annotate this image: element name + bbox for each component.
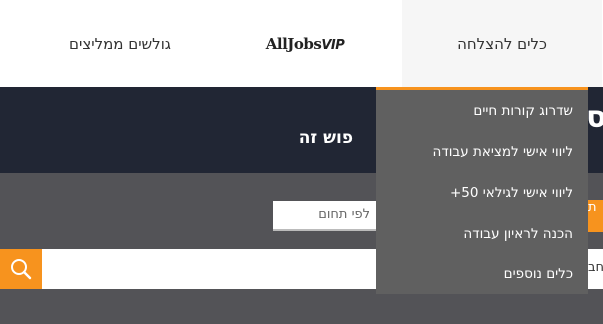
search-button[interactable] (0, 249, 42, 289)
alljobs-vip-logo: AllJobsVIP (266, 35, 345, 53)
top-nav: כלים להצלחה AllJobsVIP גולשים ממליצים (0, 0, 603, 87)
search-icon (11, 259, 32, 280)
logo-text: AllJobs (265, 34, 322, 53)
orange-tab-button[interactable]: ת (588, 200, 603, 232)
field-placeholder: לפי תחום (318, 207, 370, 222)
hero-edge-text: ס (586, 100, 603, 135)
nav-alljobs-vip[interactable]: AllJobsVIP (205, 0, 405, 87)
tools-dropdown-menu: שדרוג קורות חיים ליווי אישי למציאת עבודה… (376, 87, 588, 294)
dropdown-item-50-plus-coaching[interactable]: ליווי אישי לגילאי 50+ (450, 185, 573, 201)
nav-surfers-recommend[interactable]: גולשים ממליצים (20, 0, 220, 87)
nav-tools-for-success[interactable]: כלים להצלחה (402, 0, 602, 87)
dropdown-item-job-search-coaching[interactable]: ליווי אישי למציאת עבודה (433, 144, 573, 160)
dropdown-item-more-tools[interactable]: כלים נוספים (504, 266, 573, 282)
dropdown-item-interview-prep[interactable]: הכנה לראיון עבודה (463, 226, 573, 242)
nav-tools-label: כלים להצלחה (457, 34, 547, 53)
orange-tab-label: ת (588, 200, 597, 215)
logo-vip: VIP (321, 37, 345, 53)
dropdown-item-cv-upgrade[interactable]: שדרוג קורות חיים (473, 103, 573, 119)
search-edge-text: חב (588, 260, 603, 275)
hero-title: פוש זה (298, 128, 353, 148)
nav-surfers-label: גולשים ממליצים (69, 34, 171, 53)
